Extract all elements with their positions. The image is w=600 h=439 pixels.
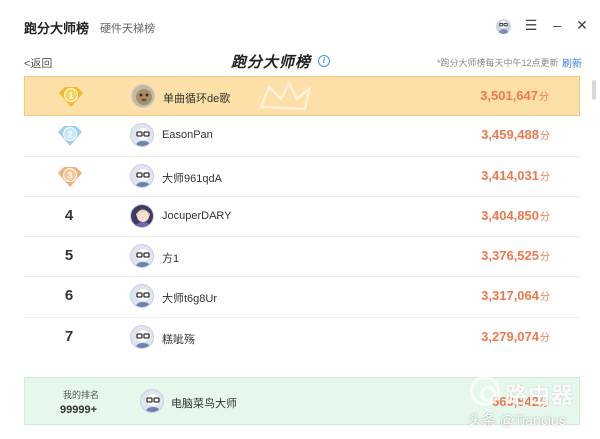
watermark-logo-icon (470, 376, 500, 406)
player-name[interactable]: 糕呲殇 (162, 331, 195, 347)
scrollbar[interactable] (592, 80, 596, 100)
info-icon[interactable]: i (318, 55, 330, 67)
rank-number: 6 (64, 287, 74, 305)
player-name[interactable]: 大师t6g8Ur (162, 290, 217, 306)
score-unit: 分 (540, 211, 550, 223)
my-rank-value: 99999+ (60, 404, 98, 416)
avatar[interactable] (130, 284, 154, 309)
player-name[interactable]: 单曲循环de歌 (163, 90, 230, 106)
score-unit: 分 (540, 292, 550, 304)
avatar[interactable] (140, 389, 164, 413)
score-unit: 分 (540, 131, 550, 143)
table-row[interactable]: 7 糕呲殇 3,279,074分 (24, 318, 580, 358)
table-row[interactable]: 3 大师961qdA 3,414,031分 (24, 157, 580, 197)
score-value: 3,376,525 (481, 248, 539, 264)
rank-number: 1 (68, 91, 73, 101)
avatar[interactable] (130, 203, 154, 228)
table-row[interactable]: 2 EasonPan 3,459,488分 (24, 116, 580, 157)
rank-number: 2 (67, 130, 72, 140)
title-bar: 跑分大师榜 硬件天梯榜 ☰ – ✕ (0, 0, 600, 52)
score: 3,414,031分 (481, 168, 550, 183)
score: 3,376,525分 (481, 248, 550, 263)
score-unit: 分 (539, 92, 549, 103)
score-value: 3,414,031 (481, 167, 539, 183)
avatar[interactable] (130, 244, 154, 269)
tab-hardware-ladder[interactable]: 硬件天梯榜 (100, 20, 155, 36)
menu-icon[interactable]: ☰ (524, 17, 538, 33)
page-title: 跑分大师榜 (231, 54, 312, 71)
watermark-author: 头条 @Tiancius (468, 412, 566, 428)
score: 3,404,850分 (481, 208, 550, 223)
subheader: <返回 跑分大师榜 i *跑分大师榜每天中午12点更新 刷新 (0, 52, 600, 74)
update-note: *跑分大师榜每天中午12点更新 (437, 58, 559, 68)
player-name[interactable]: 大师961qdA (162, 170, 222, 186)
rank-number: 3 (67, 170, 72, 180)
app-title: 跑分大师榜 (24, 21, 90, 36)
score-unit: 分 (540, 332, 550, 344)
avatar[interactable] (130, 123, 154, 148)
my-rank-label: 我的排名 (63, 390, 100, 400)
my-name: 电脑菜鸟大师 (171, 398, 237, 410)
score-value: 3,459,488 (481, 127, 539, 143)
user-avatar-icon[interactable] (496, 19, 511, 34)
player-name[interactable]: 方1 (162, 250, 179, 266)
score: 3,501,647分 (480, 88, 549, 103)
watermark-site: 路由器 (505, 383, 575, 408)
refresh-link[interactable]: 刷新 (562, 55, 582, 70)
bronze-medal-icon: 3 (58, 166, 82, 187)
avatar[interactable] (131, 84, 155, 108)
rank-number: 7 (64, 327, 74, 345)
score-value: 3,404,850 (481, 207, 539, 223)
crown-watermark-icon (259, 80, 311, 111)
rank-number: 5 (64, 247, 74, 265)
player-name[interactable]: EasonPan (162, 129, 213, 141)
score: 3,279,074分 (481, 329, 550, 344)
score: 3,459,488分 (481, 127, 550, 142)
score-value: 3,317,064 (481, 288, 539, 304)
score-value: 3,501,647 (480, 88, 538, 103)
table-row[interactable]: 4 JocuperDARY 3,404,850分 (24, 197, 580, 238)
score-value: 3,279,074 (481, 328, 539, 344)
table-row[interactable]: 6 大师t6g8Ur 3,317,064分 (24, 277, 580, 318)
table-row[interactable]: 5 方1 3,376,525分 (24, 237, 580, 278)
player-name[interactable]: JocuperDARY (162, 210, 232, 222)
minimize-icon[interactable]: – (550, 17, 564, 33)
rank-number: 4 (64, 206, 74, 224)
score: 3,317,064分 (481, 288, 550, 303)
silver-medal-icon: 2 (58, 126, 82, 147)
close-icon[interactable]: ✕ (575, 17, 589, 33)
avatar[interactable] (130, 324, 154, 349)
avatar[interactable] (130, 163, 154, 188)
score-unit: 分 (540, 252, 550, 264)
back-link[interactable]: <返回 (24, 55, 52, 71)
table-row[interactable]: 1 单曲循环de歌 3,501,647分 (24, 76, 580, 117)
ranking-list: 1 单曲循环de歌 3,501,647分 2 EasonPan 3,459,48… (24, 76, 580, 358)
gold-medal-icon: 1 (59, 87, 83, 107)
score-unit: 分 (540, 171, 550, 183)
